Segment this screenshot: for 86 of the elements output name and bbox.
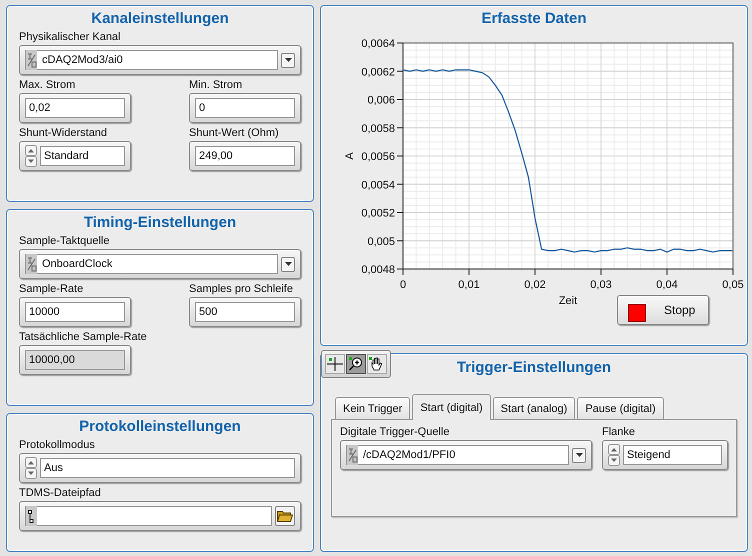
tab[interactable]: Pause (digital) <box>577 397 664 419</box>
field-label: Flanke <box>602 425 636 440</box>
x-tick-label: 0,03 <box>590 279 612 291</box>
dropdown-button[interactable] <box>572 448 586 462</box>
pan-tool[interactable] <box>367 354 387 374</box>
field-label: Shunt-Wert (Ohm) <box>189 126 279 141</box>
field-value: 0 <box>198 102 206 114</box>
field-label: Min. Strom <box>189 78 242 93</box>
field-label: Max. Strom <box>19 78 76 93</box>
y-tick-label: 0,0048 <box>361 264 395 276</box>
spin-field[interactable]: Aus <box>19 453 301 483</box>
field-value: cDAQ2Mod3/ai0 <box>41 54 123 66</box>
panel-title: Erfasste Daten <box>480 10 588 27</box>
y-tick-label: 0,0054 <box>361 179 395 192</box>
browse-button[interactable] <box>275 506 295 526</box>
field-value: 10000 <box>28 306 60 318</box>
path-field[interactable] <box>19 501 301 531</box>
panel-title: Trigger-Einstellungen <box>456 358 612 376</box>
crosshair-icon <box>327 356 343 372</box>
stop-square-icon <box>628 304 646 322</box>
numeric-field[interactable]: 0 <box>189 93 301 123</box>
dropdown-button[interactable] <box>281 256 295 272</box>
folder-icon <box>277 510 293 522</box>
y-tick-label: 0,0056 <box>361 151 395 163</box>
field-label: Physikalischer Kanal <box>19 30 122 45</box>
field-value: Standard <box>43 150 89 162</box>
y-tick-label: 0,0064 <box>361 38 395 50</box>
y-tick-label: 0,0052 <box>361 208 395 220</box>
numeric-field[interactable]: 10000 <box>19 297 131 327</box>
dropdown-button[interactable] <box>281 52 295 68</box>
io-icon <box>26 254 37 274</box>
field-label: Samples pro Schleife <box>189 282 293 297</box>
spin-field[interactable]: Steigend <box>602 440 728 470</box>
field-label: Sample-Rate <box>19 282 84 297</box>
io-icon <box>26 50 37 70</box>
dropdown-field[interactable]: cDAQ2Mod3/ai0 <box>19 45 301 75</box>
numeric-field[interactable]: 249,00 <box>189 141 301 171</box>
tab[interactable]: Start (analog) <box>492 397 576 419</box>
tab[interactable]: Start (digital) <box>412 394 491 420</box>
numeric-field[interactable]: 500 <box>189 297 301 327</box>
x-axis-label: Zeit <box>558 295 578 307</box>
y-tick-label: 0,006 <box>367 94 395 106</box>
y-axis-label: A <box>344 152 356 160</box>
dropdown-field[interactable]: /cDAQ2Mod1/PFI0 <box>340 440 592 470</box>
caret-icon <box>284 262 292 266</box>
spinner-arrows-icon <box>25 145 37 167</box>
x-tick-label: 0,01 <box>458 279 480 291</box>
caret-icon <box>576 453 582 457</box>
y-tick-label: 0,0062 <box>361 66 395 78</box>
field-value: 10000,00 <box>28 354 75 366</box>
field-value: /cDAQ2Mod1/PFI0 <box>362 449 456 461</box>
field-value: 249,00 <box>198 150 233 162</box>
x-tick-label: 0 <box>400 279 406 291</box>
caret-icon <box>284 58 292 62</box>
zoom-tool[interactable] <box>346 354 366 374</box>
magnifier-icon <box>348 356 364 372</box>
stop-button[interactable]: Stopp <box>617 295 709 325</box>
field-value: 0,02 <box>28 102 50 114</box>
io-icon <box>347 445 358 465</box>
x-tick-label: 0,05 <box>722 279 744 291</box>
field-label: TDMS-Dateipfad <box>19 486 102 501</box>
tab[interactable]: Kein Trigger <box>335 397 410 419</box>
x-tick-label: 0,04 <box>656 279 678 291</box>
field-value: 500 <box>198 306 218 318</box>
field-value: Aus <box>43 462 63 474</box>
field-label: Shunt-Widerstand <box>19 126 108 141</box>
field-label: Protokollmodus <box>19 438 96 453</box>
field-label: Digitale Trigger-Quelle <box>340 425 450 440</box>
panel-title: Kanaleinstellungen <box>90 10 230 27</box>
spinner-arrows-icon <box>25 457 37 479</box>
crosshair-tool[interactable] <box>325 354 345 374</box>
path-icon <box>26 506 37 526</box>
spin-field[interactable]: Standard <box>19 141 131 171</box>
field-value: Steigend <box>626 449 670 461</box>
spinner-arrows-icon <box>608 444 620 466</box>
panel-title: Protokolleinstellungen <box>78 418 242 435</box>
panel-title: Timing-Einstellungen <box>82 214 238 231</box>
y-tick-label: 0,005 <box>367 236 395 248</box>
field-value: OnboardClock <box>41 258 112 270</box>
hand-icon <box>369 356 385 372</box>
field-label: Sample-Taktquelle <box>19 234 110 249</box>
field-label: Tatsächliche Sample-Rate <box>19 330 147 345</box>
x-tick-label: 0,02 <box>524 279 546 291</box>
dropdown-field[interactable]: OnboardClock <box>19 249 301 279</box>
numeric-field[interactable]: 0,02 <box>19 93 131 123</box>
y-tick-label: 0,0058 <box>361 122 395 135</box>
